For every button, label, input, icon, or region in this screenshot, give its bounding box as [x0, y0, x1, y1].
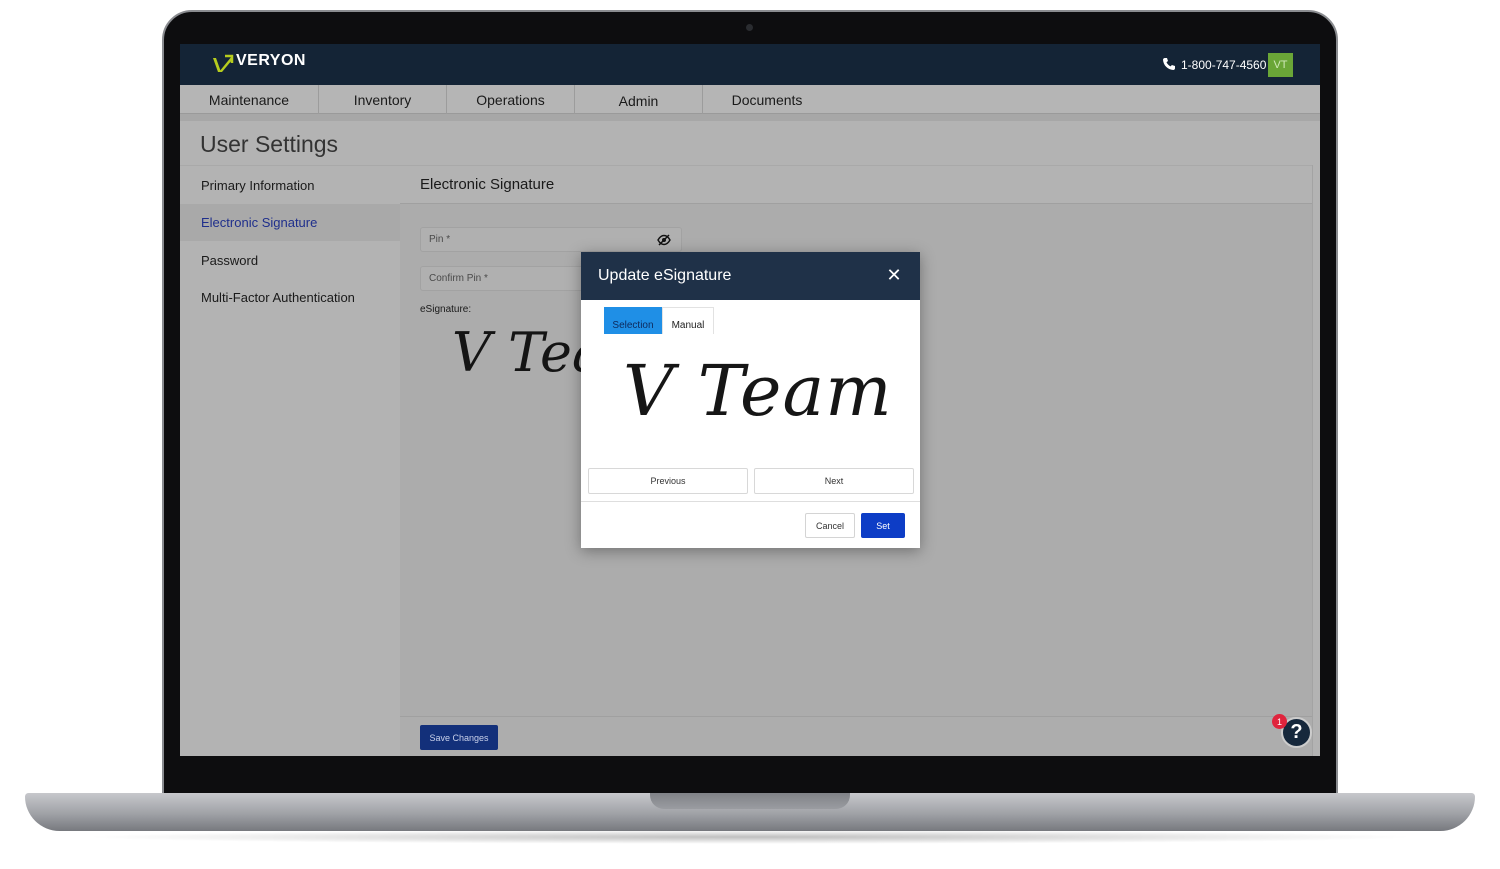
sidebar-item-multi-factor-authentication[interactable]: Multi-Factor Authentication	[180, 279, 400, 316]
tab-manual[interactable]: Manual	[662, 307, 714, 334]
top-bar: VERYON 1-800-747-4560 VT	[180, 44, 1320, 85]
page-title: User Settings	[200, 131, 339, 157]
veryon-logo-icon	[213, 54, 234, 72]
nav-divider	[180, 114, 1320, 121]
content-scrollbar[interactable]	[1312, 165, 1320, 756]
settings-sidebar: Primary Information Electronic Signature…	[180, 165, 400, 756]
phone-icon	[1163, 58, 1175, 70]
sidebar-item-electronic-signature[interactable]: Electronic Signature	[180, 204, 400, 241]
next-button[interactable]: Next	[754, 468, 914, 494]
laptop-shadow	[80, 830, 1420, 844]
confirm-pin-placeholder: Confirm Pin *	[429, 273, 488, 284]
content-footer: Save Changes	[400, 716, 1312, 756]
nav-item-admin[interactable]: Admin	[575, 85, 703, 114]
modal-divider	[581, 501, 920, 502]
main-nav: Maintenance Inventory Operations Admin D…	[180, 85, 1320, 114]
confirm-pin-field[interactable]: Confirm Pin *	[420, 266, 600, 291]
laptop-notch	[650, 793, 850, 809]
screen: VERYON 1-800-747-4560 VT Maintenance Inv…	[180, 44, 1320, 756]
set-button[interactable]: Set	[861, 513, 905, 538]
esignature-label: eSignature:	[420, 304, 472, 315]
sidebar-item-primary-information[interactable]: Primary Information	[180, 167, 400, 204]
pin-field[interactable]: Pin *	[420, 227, 682, 252]
section-title: Electronic Signature	[400, 166, 1312, 204]
close-icon[interactable]: ✕	[884, 265, 904, 285]
nav-item-maintenance[interactable]: Maintenance	[180, 85, 319, 114]
brand-name: VERYON	[236, 52, 306, 69]
nav-item-documents[interactable]: Documents	[703, 85, 831, 114]
update-esignature-modal: Update eSignature ✕ Selection Manual V T…	[581, 252, 920, 548]
nav-item-operations[interactable]: Operations	[447, 85, 575, 114]
sidebar-item-password[interactable]: Password	[180, 242, 400, 279]
support-phone[interactable]: 1-800-747-4560	[1181, 58, 1266, 72]
notification-badge: 1	[1272, 714, 1287, 729]
modal-header: Update eSignature ✕	[581, 252, 920, 300]
signature-option: V Team	[623, 350, 893, 432]
tab-selection[interactable]: Selection	[604, 307, 662, 334]
pin-placeholder: Pin *	[429, 234, 451, 245]
previous-button[interactable]: Previous	[588, 468, 748, 494]
modal-title: Update eSignature	[598, 267, 732, 284]
camera	[746, 24, 753, 31]
cancel-button[interactable]: Cancel	[805, 513, 855, 538]
user-avatar[interactable]: VT	[1268, 53, 1293, 77]
eye-slash-icon[interactable]	[657, 234, 671, 246]
nav-item-inventory[interactable]: Inventory	[319, 85, 447, 114]
save-changes-button[interactable]: Save Changes	[420, 725, 498, 750]
